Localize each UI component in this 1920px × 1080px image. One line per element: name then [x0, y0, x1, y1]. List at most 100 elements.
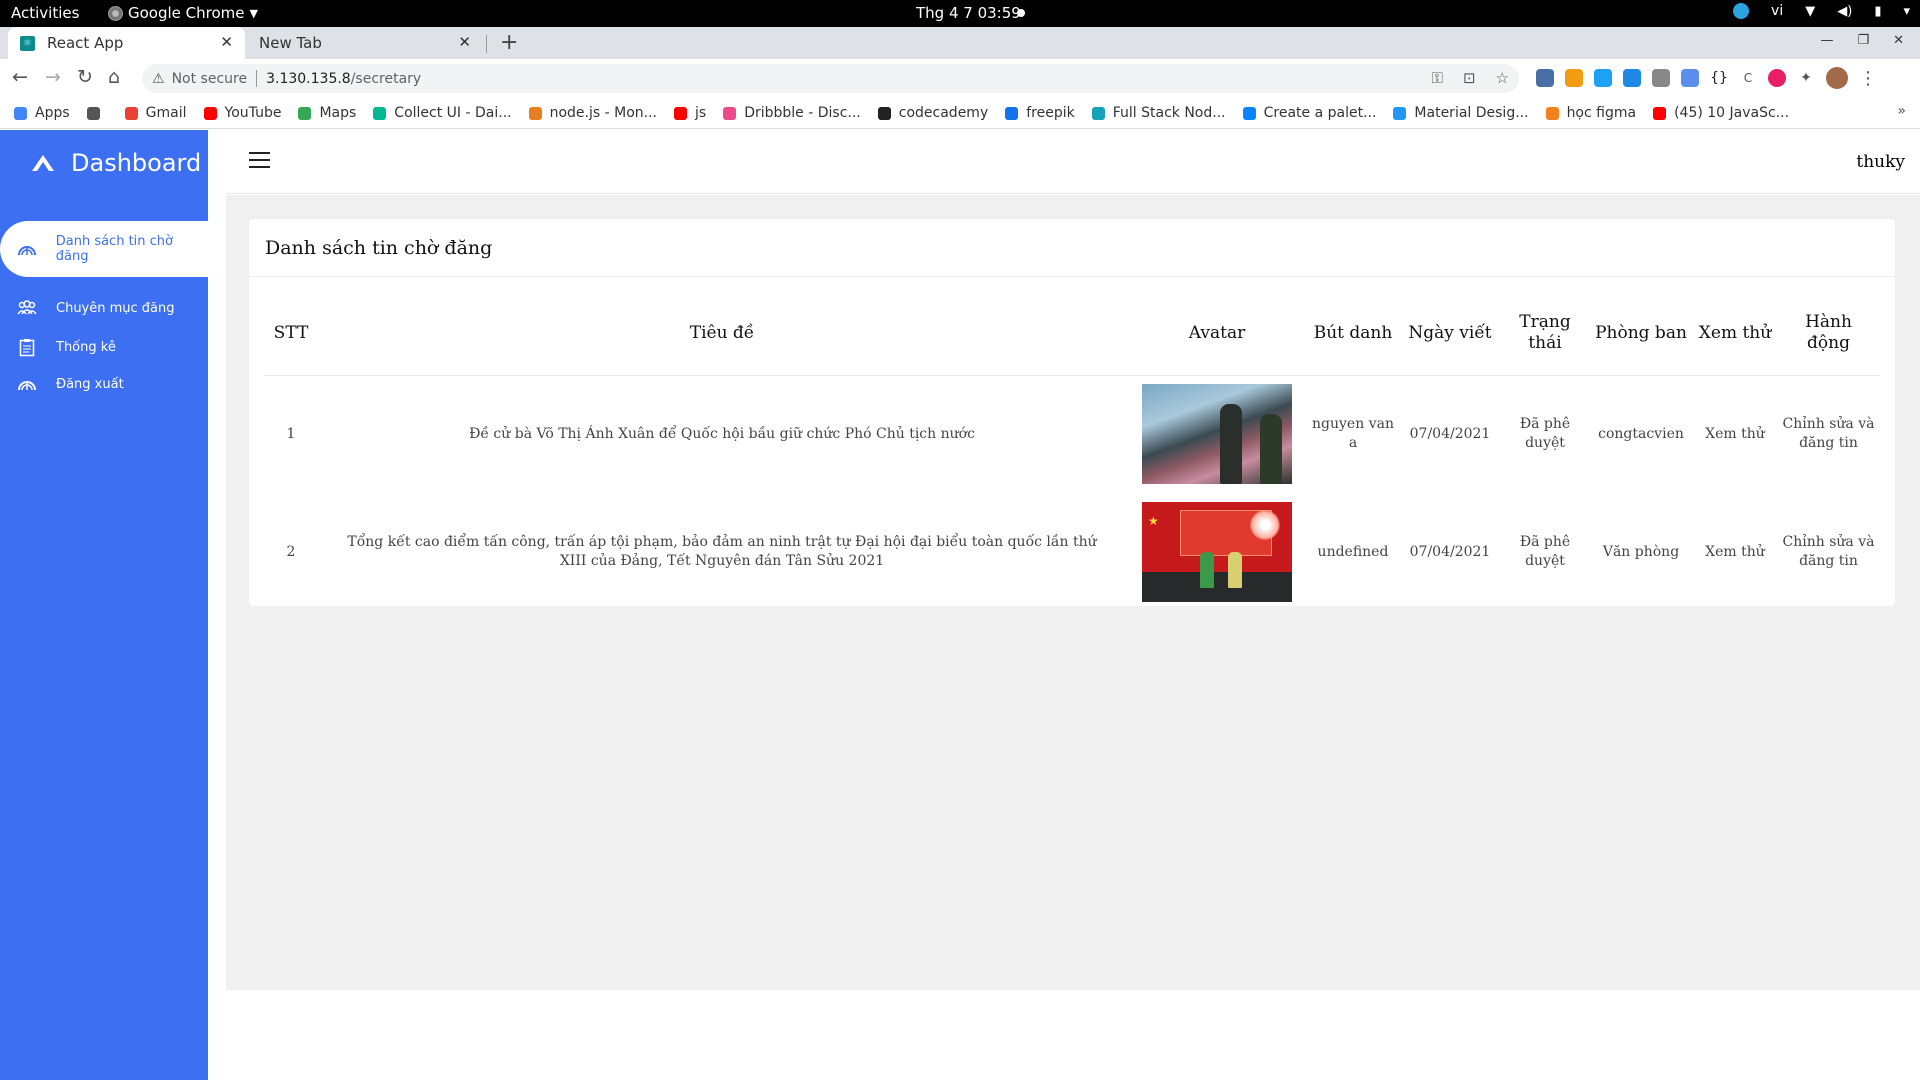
bookmark-collect-ui[interactable]: Collect UI - Dai...	[373, 105, 512, 121]
tab-new-tab[interactable]: New Tab ✕	[248, 27, 483, 59]
back-arrow-icon[interactable]: ←	[12, 66, 28, 88]
translate-icon[interactable]: ⊡	[1463, 69, 1476, 87]
extension-icon[interactable]	[1768, 69, 1786, 87]
preview-link[interactable]: Xem thử	[1693, 493, 1777, 611]
bookmark-palette[interactable]: Create a palet...	[1242, 105, 1376, 121]
sidebar-item-label: Thống kê	[56, 339, 116, 355]
url-path[interactable]: /secretary	[351, 71, 422, 87]
activities-button[interactable]: Activities	[11, 4, 79, 22]
preview-link[interactable]: Xem thử	[1693, 375, 1777, 493]
extension-icon[interactable]	[1536, 69, 1554, 87]
profile-avatar[interactable]	[1826, 67, 1848, 89]
close-window-icon[interactable]: ✕	[1893, 33, 1904, 48]
sidebar-item-statistics[interactable]: Thống kê	[16, 338, 116, 356]
wifi-icon[interactable]: ▼	[1805, 4, 1815, 19]
warning-triangle-icon[interactable]: ⚠	[152, 71, 165, 87]
hamburger-menu-icon[interactable]	[249, 152, 270, 173]
kebab-menu-icon[interactable]: ⋮	[1859, 68, 1877, 89]
extension-icon[interactable]	[1623, 69, 1641, 87]
pending-posts-card: Danh sách tin chờ đăng STT Tiêu đề Avata…	[249, 219, 1895, 606]
app-menu[interactable]: Google Chrome ▼	[108, 4, 258, 22]
edit-publish-link[interactable]: Chỉnh sửa và đăng tin	[1777, 493, 1880, 611]
new-tab-plus-icon[interactable]: +	[500, 30, 518, 55]
extension-icon[interactable]	[1594, 69, 1612, 87]
bookmark-js[interactable]: js	[674, 105, 706, 121]
key-icon[interactable]: ⚿	[1432, 69, 1443, 87]
cell-avatar: ★	[1127, 493, 1307, 611]
react-favicon-icon: ⚛	[20, 35, 35, 51]
reload-icon[interactable]: ↻	[77, 66, 93, 88]
bookmarks-overflow-icon[interactable]: »	[1897, 103, 1906, 119]
bookmark-codecademy[interactable]: codecademy	[877, 105, 989, 121]
bookmark-figma[interactable]: học figma	[1545, 105, 1636, 121]
brand[interactable]: Dashboard	[30, 149, 201, 177]
youtube-icon	[1653, 106, 1667, 120]
url-host[interactable]: 3.130.135.8	[266, 71, 351, 87]
collect-ui-icon	[373, 106, 387, 120]
system-tray[interactable]: vi ▼ ◀) ▮ ▾	[1733, 3, 1910, 19]
tab-react-app[interactable]: ⚛ React App ✕	[8, 27, 245, 59]
bookmark-apps[interactable]: Apps	[14, 105, 70, 121]
extension-icon[interactable]	[1681, 69, 1699, 87]
omnibox-actions: ⚿ ⊡ ☆	[1432, 69, 1509, 87]
bookmark-label: YouTube	[224, 105, 282, 121]
forward-arrow-icon[interactable]: →	[45, 66, 61, 88]
caret-down-icon: ▼	[249, 6, 258, 20]
puzzle-icon[interactable]: ✦	[1797, 69, 1815, 87]
extension-icon[interactable]: C	[1739, 69, 1757, 87]
bookmark-globe[interactable]	[86, 106, 108, 120]
bookmark-label: node.js - Mon...	[549, 105, 658, 121]
bookmark-youtube[interactable]: YouTube	[203, 105, 282, 121]
edit-publish-link[interactable]: Chỉnh sửa và đăng tin	[1777, 375, 1880, 493]
bookmark-label: codecademy	[898, 105, 989, 121]
minimize-icon[interactable]: —	[1820, 33, 1833, 48]
security-status[interactable]: Not secure	[172, 71, 248, 87]
app-header: thuky	[227, 130, 1920, 194]
close-tab-icon[interactable]: ✕	[220, 33, 233, 51]
bookmark-gmail[interactable]: Gmail	[124, 105, 187, 121]
bookmark-label: js	[695, 105, 707, 121]
clock[interactable]: Thg 4 7 03:59	[916, 4, 1021, 22]
bookmark-maps[interactable]: Maps	[298, 105, 356, 121]
power-menu-icon[interactable]: ▾	[1903, 4, 1910, 19]
volume-icon[interactable]: ◀)	[1837, 4, 1852, 19]
column-header: Xem thử	[1693, 292, 1777, 376]
chrome-icon	[108, 5, 123, 21]
post-avatar-image	[1142, 384, 1292, 485]
palette-icon	[1242, 106, 1256, 120]
close-tab-icon[interactable]: ✕	[458, 33, 471, 51]
bookmark-fullstack[interactable]: Full Stack Nod...	[1091, 105, 1226, 121]
bookmark-freepik[interactable]: freepik	[1005, 105, 1075, 121]
dribbble-icon	[723, 106, 737, 120]
username[interactable]: thuky	[1856, 152, 1905, 172]
telegram-icon[interactable]	[1733, 3, 1750, 19]
app-menu-label: Google Chrome	[128, 4, 245, 22]
column-header: Tiêu đề	[317, 292, 1127, 376]
bookmark-nodejs[interactable]: node.js - Mon...	[528, 105, 658, 121]
sidebar-item-label: Danh sách tin chờ đăng	[55, 234, 174, 264]
bookmark-label: Maps	[319, 105, 357, 121]
extension-icon[interactable]	[1565, 69, 1583, 87]
bookmark-material[interactable]: Material Desig...	[1393, 105, 1529, 121]
home-icon[interactable]: ⌂	[108, 66, 120, 88]
dashboard-gauge-icon	[16, 240, 38, 258]
input-language[interactable]: vi	[1771, 3, 1783, 19]
bookmark-dribbble[interactable]: Dribbble - Disc...	[723, 105, 861, 121]
omnibox-divider	[256, 70, 258, 87]
bookmark-javascript[interactable]: (45) 10 JavaSc...	[1653, 105, 1789, 121]
sidebar-item-pending-posts[interactable]: Danh sách tin chờ đăng	[0, 221, 208, 277]
youtube-icon	[674, 106, 688, 120]
nodejs-icon	[528, 106, 542, 120]
restore-icon[interactable]: ❐	[1857, 33, 1869, 48]
cell-department: Văn phòng	[1602, 543, 1680, 560]
json-braces-icon[interactable]: {}	[1710, 69, 1728, 87]
cell-author: nguyen van a	[1312, 416, 1394, 452]
star-bookmark-icon[interactable]: ☆	[1496, 69, 1509, 87]
sidebar-item-logout[interactable]: Đăng xuất	[16, 375, 124, 393]
extension-icon[interactable]	[1652, 69, 1670, 87]
battery-icon[interactable]: ▮	[1874, 4, 1881, 19]
sidebar-item-label: Đăng xuất	[56, 376, 124, 392]
address-bar[interactable]: ⚠ Not secure 3.130.135.8 /secretary ⚿ ⊡ …	[142, 64, 1519, 93]
tab-strip: ⚛ React App ✕ New Tab ✕	[0, 27, 1920, 59]
sidebar-item-categories[interactable]: Chuyên mục đăng	[16, 299, 175, 317]
